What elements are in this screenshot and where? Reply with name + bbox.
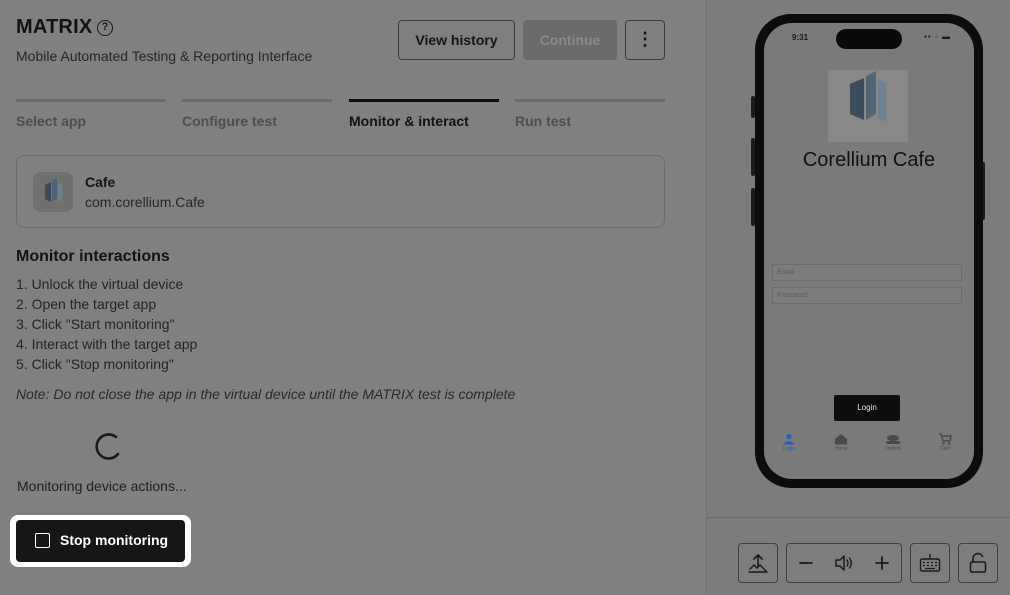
- volume-down-icon[interactable]: [798, 555, 814, 571]
- main-panel: MATRIX ? Mobile Automated Testing & Repo…: [0, 0, 706, 595]
- monitor-note: Note: Do not close the app in the virtua…: [16, 386, 516, 402]
- instruction-item: 3. Click "Start monitoring": [16, 316, 175, 332]
- device-tab-home[interactable]: Home: [826, 433, 856, 452]
- device-login-button[interactable]: Login: [834, 395, 900, 421]
- device-screen[interactable]: 9:31 ▪▪ ◦ ▬ Corellium Cafe Email Passwor…: [764, 23, 974, 479]
- step-select-app: Select app: [16, 113, 87, 129]
- volume-up-icon[interactable]: [874, 555, 890, 571]
- status-bar-icons: ▪▪ ◦ ▬: [924, 32, 951, 41]
- help-icon[interactable]: ?: [97, 20, 113, 36]
- instruction-list: 1. Unlock the virtual device 2. Open the…: [16, 274, 197, 374]
- instruction-item: 2. Open the target app: [16, 296, 157, 312]
- instruction-item: 4. Interact with the target app: [16, 336, 198, 352]
- device-tab-cart[interactable]: Cart: [930, 433, 960, 452]
- stop-monitoring-button[interactable]: Stop monitoring: [16, 520, 185, 562]
- cart-icon: [939, 433, 952, 445]
- device-panel-divider: [706, 517, 1010, 518]
- unlock-button[interactable]: [958, 543, 998, 583]
- step-bar-select-app: [16, 99, 166, 102]
- dynamic-island: [836, 29, 902, 49]
- instruction-item: 5. Click "Stop monitoring": [16, 356, 174, 372]
- step-bar-configure-test: [182, 99, 332, 102]
- volume-icon: [835, 555, 852, 571]
- device-tab-label: Home: [834, 446, 848, 452]
- upload-button[interactable]: [738, 543, 778, 583]
- status-bar-time: 9:31: [792, 33, 809, 42]
- more-options-button[interactable]: ⋮: [625, 20, 665, 60]
- monitor-title: Monitor interactions: [16, 248, 170, 265]
- device-tab-login[interactable]: Login: [774, 433, 804, 452]
- keyboard-icon: [919, 554, 941, 572]
- page-title: MATRIX: [16, 16, 93, 38]
- person-icon: [784, 433, 794, 445]
- stop-monitoring-label: Stop monitoring: [60, 532, 169, 548]
- step-bar-monitor-interact: [349, 99, 499, 102]
- selected-app-card: Cafe com.corellium.Cafe: [16, 155, 665, 228]
- step-run-test: Run test: [515, 113, 571, 129]
- view-history-button[interactable]: View history: [398, 20, 515, 60]
- app-name: Cafe: [85, 174, 116, 190]
- device-tab-label: Cart: [940, 446, 950, 452]
- monitoring-status: Monitoring device actions...: [17, 478, 187, 494]
- page-subtitle: Mobile Automated Testing & Reporting Int…: [16, 48, 313, 64]
- device-password-field[interactable]: Password: [772, 287, 962, 304]
- app-bundle-id: com.corellium.Cafe: [85, 194, 205, 210]
- unlock-icon: [969, 552, 987, 573]
- volume-control-group: [786, 543, 902, 583]
- device-tab-orders[interactable]: Orders: [878, 433, 908, 452]
- step-configure-test: Configure test: [182, 113, 277, 129]
- device-email-field[interactable]: Email: [772, 264, 962, 281]
- device-app-title: Corellium Cafe: [802, 149, 936, 171]
- step-bar-run-test: [515, 99, 665, 102]
- keyboard-button[interactable]: [910, 543, 950, 583]
- orders-icon: [886, 435, 900, 444]
- device-tab-label: Login: [782, 446, 796, 452]
- upload-icon: [748, 554, 768, 573]
- step-monitor-interact: Monitor & interact: [349, 113, 469, 129]
- device-app-logo-icon: [828, 70, 908, 142]
- app-logo-icon: [33, 172, 73, 212]
- continue-button[interactable]: Continue: [523, 20, 617, 60]
- instruction-item: 1. Unlock the virtual device: [16, 276, 184, 292]
- device-tab-label: Orders: [885, 446, 901, 452]
- home-icon: [835, 434, 847, 445]
- stop-square-icon: [35, 533, 50, 548]
- loading-spinner-icon: [95, 433, 120, 460]
